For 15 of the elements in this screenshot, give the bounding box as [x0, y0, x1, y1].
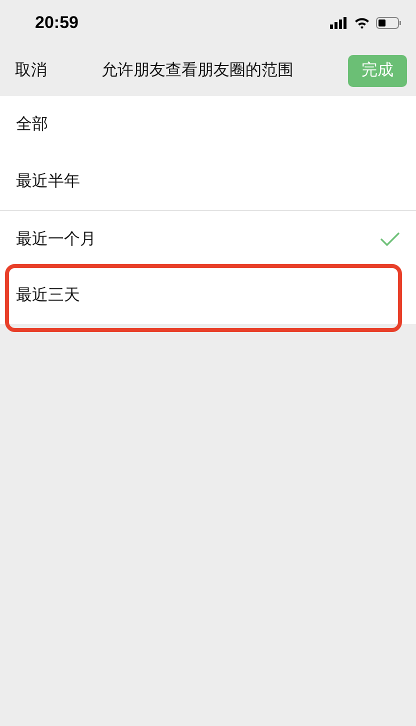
cancel-button[interactable]: 取消 — [15, 60, 47, 81]
option-row[interactable]: 全部 — [0, 96, 416, 153]
option-label: 全部 — [16, 114, 48, 135]
battery-icon — [376, 16, 402, 28]
page-title: 允许朋友查看朋友圈的范围 — [102, 60, 294, 81]
wifi-icon — [354, 16, 370, 28]
status-time: 20:59 — [35, 12, 78, 32]
option-row[interactable]: 最近三天 — [0, 267, 416, 324]
option-label: 最近一个月 — [16, 228, 96, 250]
option-label: 最近三天 — [16, 285, 80, 306]
option-row[interactable]: 最近一个月 — [0, 210, 416, 267]
option-label: 最近半年 — [16, 171, 80, 192]
signal-icon — [330, 16, 348, 28]
option-row[interactable]: 最近半年 — [0, 153, 416, 210]
check-icon — [380, 232, 400, 246]
